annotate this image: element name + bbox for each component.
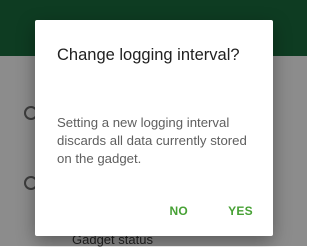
dialog-message: Setting a new logging interval discards …	[57, 115, 247, 166]
dialog-actions: NO YES	[169, 204, 253, 218]
dialog-title: Change logging interval?	[57, 46, 240, 64]
change-logging-interval-dialog: Change logging interval? Setting a new l…	[35, 20, 273, 236]
no-button[interactable]: NO	[169, 204, 188, 218]
yes-button[interactable]: YES	[228, 204, 253, 218]
